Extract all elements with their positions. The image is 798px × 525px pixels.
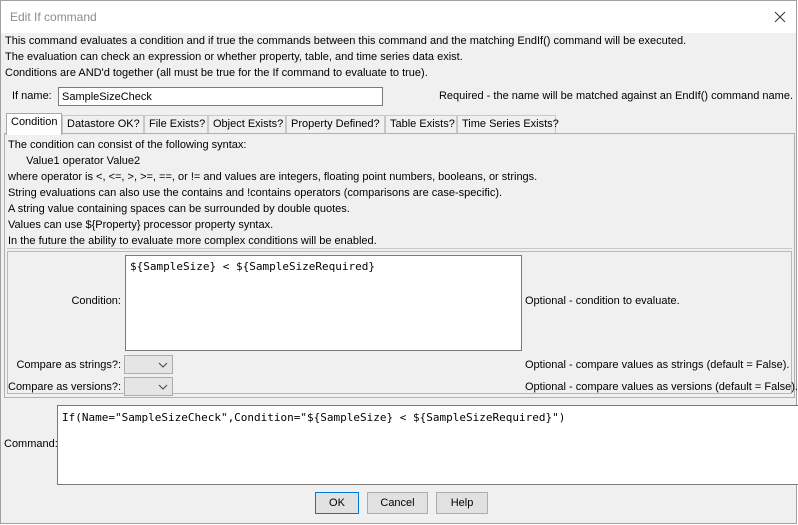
tab-table-exists[interactable]: Table Exists? [385,115,457,134]
description-line-2: The evaluation can check an expression o… [5,51,463,63]
condition-label: Condition: [71,295,121,307]
tab-property-defined[interactable]: Property Defined? [286,115,385,134]
tab-condition[interactable]: Condition [6,113,62,135]
title-bar: Edit If command [1,1,796,33]
help-line-5: A string value containing spaces can be … [8,203,350,215]
cancel-button[interactable]: Cancel [367,492,428,514]
chevron-down-icon [157,380,169,394]
condition-tab-panel: The condition can consist of the followi… [4,133,798,398]
description-line-3: Conditions are AND'd together (all must … [5,67,428,79]
window-title: Edit If command [10,10,97,24]
compare-versions-label: Compare as versions?: [8,381,122,393]
condition-textarea[interactable]: ${SampleSize} < ${SampleSizeRequired} [125,255,522,351]
description-line-1: This command evaluates a condition and i… [5,35,687,47]
separator [7,248,792,249]
chevron-down-icon [157,358,169,372]
help-line-1: The condition can consist of the followi… [8,139,247,151]
command-textarea[interactable]: If(Name="SampleSizeCheck",Condition="${S… [57,405,798,485]
close-icon[interactable] [770,7,790,27]
help-line-4: String evaluations can also use the cont… [8,187,503,199]
if-name-input[interactable] [58,87,383,106]
tab-datastore-ok[interactable]: Datastore OK? [62,115,144,134]
help-button[interactable]: Help [436,492,488,514]
condition-note: Optional - condition to evaluate. [525,295,680,307]
compare-versions-select[interactable] [124,377,173,396]
command-label: Command: [4,438,58,450]
compare-strings-label: Compare as strings?: [16,359,121,371]
help-line-6: Values can use ${Property} processor pro… [8,219,274,231]
if-name-label: If name: [12,90,52,102]
tab-file-exists[interactable]: File Exists? [144,115,208,134]
compare-strings-select[interactable] [124,355,173,374]
tab-object-exists[interactable]: Object Exists? [208,115,286,134]
tab-time-series-exists[interactable]: Time Series Exists? [457,115,559,134]
condition-fields: Condition: ${SampleSize} < ${SampleSizeR… [7,251,798,396]
edit-if-dialog: Edit If command This command evaluates a… [0,0,798,524]
help-line-3: where operator is <, <=, >, >=, ==, or !… [8,171,538,183]
ok-button[interactable]: OK [315,492,359,514]
help-line-7: In the future the ability to evaluate mo… [8,235,377,247]
if-name-note: Required - the name will be matched agai… [438,90,793,102]
compare-versions-note: Optional - compare values as versions (d… [525,381,798,393]
compare-strings-note: Optional - compare values as strings (de… [525,359,790,371]
help-line-2: Value1 operator Value2 [17,155,141,167]
